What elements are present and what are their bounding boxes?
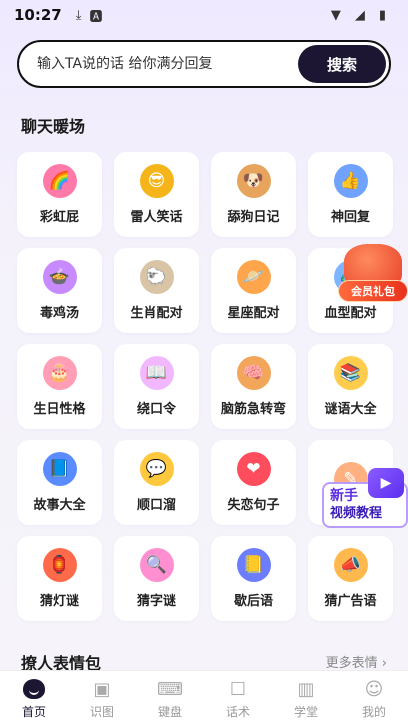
feature-card[interactable]: 📒 歇后语 — [211, 536, 296, 621]
tab-label: 话术 — [225, 705, 250, 719]
tab-image-recognition[interactable]: ▣ 识图 — [68, 671, 136, 727]
magnifier-icon: 🔍 — [139, 548, 174, 582]
play-icon: ▶ — [368, 468, 404, 498]
heart-icon: ❤ — [236, 452, 271, 486]
feature-card[interactable]: 🍲 毒鸡汤 — [17, 248, 102, 333]
feature-label: 猜灯谜 — [39, 594, 79, 609]
feature-card[interactable]: 👍 神回复 — [308, 152, 393, 237]
search-button[interactable]: 搜索 — [298, 45, 386, 83]
lantern-icon: 🏮 — [42, 548, 77, 582]
feature-label: 星座配对 — [227, 306, 280, 321]
feature-label: 神回复 — [330, 210, 370, 225]
feature-label: 脑筋急转弯 — [220, 402, 286, 417]
feature-label: 猜广告语 — [324, 594, 377, 609]
feature-label: 毒鸡汤 — [39, 306, 79, 321]
storybook-icon: 📘 — [42, 452, 77, 486]
battery-icon: ▮ — [378, 7, 386, 23]
signal-icon: ◢ — [354, 7, 365, 23]
tab-chat-script[interactable]: ☐ 话术 — [204, 671, 272, 727]
feature-card[interactable]: 🐑 生肖配对 — [114, 248, 199, 333]
feature-card[interactable]: 📣 猜广告语 — [308, 536, 393, 621]
more-stickers-link[interactable]: 更多表情 › — [326, 652, 387, 671]
feature-label: 彩虹屁 — [39, 210, 79, 225]
feature-card[interactable]: 📖 绕口令 — [114, 344, 199, 429]
rainbow-icon: 🌈 — [42, 164, 77, 198]
feature-card[interactable]: 🪐 星座配对 — [211, 248, 296, 333]
gift-label: 会员礼包 — [338, 280, 408, 302]
feature-card[interactable]: 🏮 猜灯谜 — [17, 536, 102, 621]
feature-label: 猜字谜 — [136, 594, 176, 609]
feature-label: 生日性格 — [33, 402, 86, 417]
feature-card[interactable]: 🧠 脑筋急转弯 — [211, 344, 296, 429]
feature-card[interactable]: ❤ 失恋句子 — [211, 440, 296, 525]
tab-label: 学堂 — [293, 705, 318, 719]
download-icon: ⤓ — [75, 7, 82, 23]
feature-card[interactable]: 📘 故事大全 — [17, 440, 102, 525]
image-recognition-icon: ▣ — [93, 678, 111, 700]
planet-icon: 🪐 — [236, 260, 271, 294]
book-icon: ▥ — [297, 678, 315, 700]
chat-bubble-icon: 💬 — [139, 452, 174, 486]
thumbs-up-chat-icon: 👍 — [333, 164, 368, 198]
dog-icon: 🐶 — [236, 164, 271, 198]
member-gift-badge[interactable]: 会员礼包 — [338, 244, 408, 306]
tutorial-line2: 视频教程 — [330, 506, 383, 521]
keyboard-icon: ⌨ — [157, 678, 183, 700]
tab-profile[interactable]: ☺ 我的 — [340, 671, 408, 727]
feature-label: 歇后语 — [233, 594, 273, 609]
sunglasses-emoji-icon: 😎 — [139, 164, 174, 198]
chat-script-icon: ☐ — [229, 678, 247, 700]
tab-label: 键盘 — [157, 705, 182, 719]
status-right: ▼ ◢ ▮ — [331, 8, 394, 23]
megaphone-icon: 📣 — [333, 548, 368, 582]
search-bar: 搜索 — [17, 40, 391, 88]
feature-label: 顺口溜 — [136, 498, 176, 513]
video-tutorial-badge[interactable]: 新手 视频教程 ▶ — [322, 468, 408, 530]
home-icon — [22, 678, 46, 700]
a-icon: 🅰 — [89, 9, 103, 25]
feature-card[interactable]: 🐶 舔狗日记 — [211, 152, 296, 237]
notebook-icon: 📒 — [236, 548, 271, 582]
section-title-chat-warmup: 聊天暖场 — [21, 117, 86, 136]
feature-label: 失恋句子 — [227, 498, 280, 513]
tab-home[interactable]: 首页 — [0, 671, 68, 727]
feature-card[interactable]: 🔍 猜字谜 — [114, 536, 199, 621]
feature-card[interactable]: 🌈 彩虹屁 — [17, 152, 102, 237]
feature-card[interactable]: 😎 雷人笑话 — [114, 152, 199, 237]
feature-label: 舔狗日记 — [227, 210, 280, 225]
feature-label: 生肖配对 — [130, 306, 183, 321]
soup-bowl-icon: 🍲 — [42, 260, 77, 294]
feature-label: 雷人笑话 — [130, 210, 183, 225]
bottom-tab-bar: 首页 ▣ 识图 ⌨ 键盘 ☐ 话术 ▥ 学堂 ☺ 我的 — [0, 670, 408, 727]
feature-label: 谜语大全 — [324, 402, 377, 417]
feature-label: 绕口令 — [136, 402, 176, 417]
tab-label: 我的 — [361, 705, 386, 719]
tab-label: 识图 — [89, 705, 114, 719]
feature-grid: 🌈彩虹屁😎雷人笑话🐶舔狗日记👍神回复🍲毒鸡汤🐑生肖配对🪐星座配对🧬血型配对🎂生日… — [17, 152, 393, 621]
tab-keyboard[interactable]: ⌨ 键盘 — [136, 671, 204, 727]
search-input[interactable] — [37, 56, 298, 72]
brain-icon: 🧠 — [236, 356, 271, 390]
open-book-icon: 📖 — [139, 356, 174, 390]
books-icon: 📚 — [333, 356, 368, 390]
feature-label: 故事大全 — [33, 498, 86, 513]
status-bar: 10:27 ⤓ 🅰 ▼ ◢ ▮ — [0, 0, 408, 30]
profile-icon: ☺ — [364, 678, 384, 700]
wifi-icon: ▼ — [330, 7, 341, 23]
sheep-icon: 🐑 — [139, 260, 174, 294]
tab-label: 首页 — [21, 705, 46, 719]
status-time: 10:27 — [14, 6, 62, 24]
tab-book[interactable]: ▥ 学堂 — [272, 671, 340, 727]
birthday-cake-icon: 🎂 — [42, 356, 77, 390]
feature-card[interactable]: 📚 谜语大全 — [308, 344, 393, 429]
feature-card[interactable]: 🎂 生日性格 — [17, 344, 102, 429]
feature-card[interactable]: 💬 顺口溜 — [114, 440, 199, 525]
